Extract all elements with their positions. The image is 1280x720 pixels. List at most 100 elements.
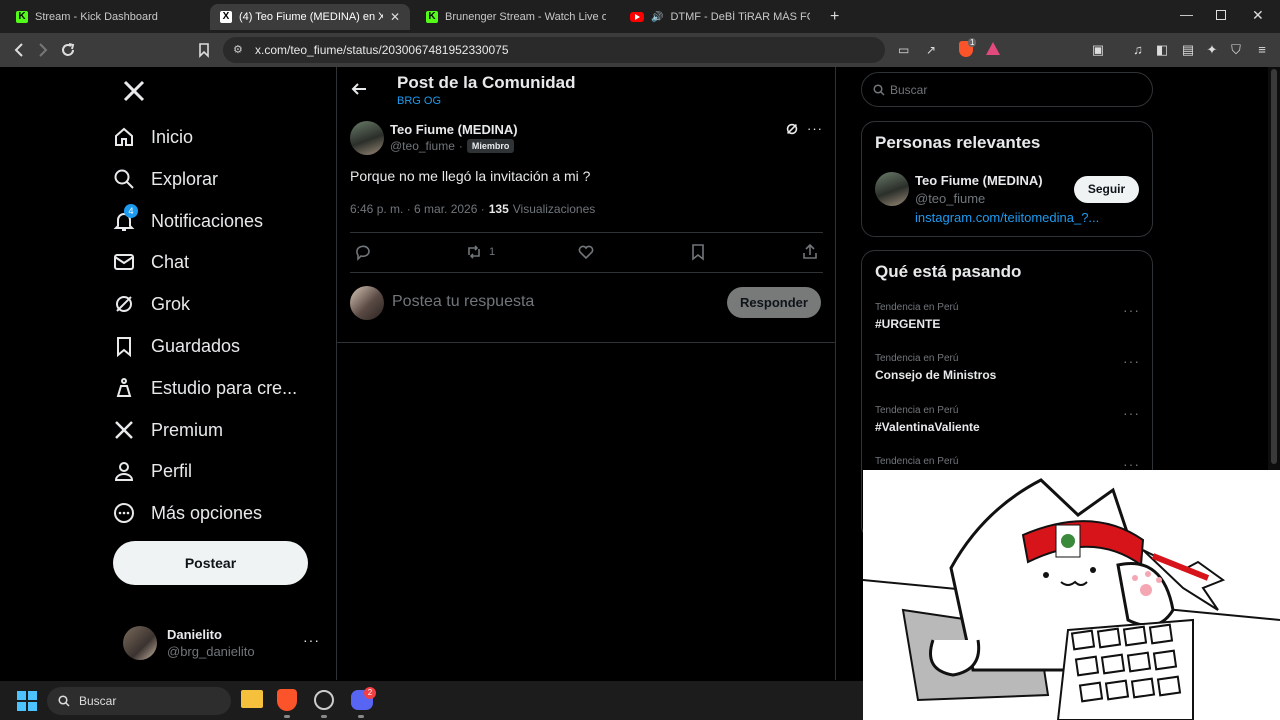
sidebar-item-label: Estudio para cre... [151,377,298,398]
main-column: Post de la Comunidad BRG OG Teo Fiume (M… [336,67,836,680]
relevant-bio-link[interactable]: instagram.com/teiitomedina_?... [915,210,1099,225]
cast-icon[interactable]: ▭ [898,37,909,63]
brave-browser-icon[interactable] [277,689,297,711]
youtube-icon [630,12,644,22]
sidebar-item-chat[interactable]: Chat [113,242,189,282]
follow-button[interactable]: Seguir [1074,176,1139,203]
tab-youtube-dtmf[interactable]: 🔊 DTMF - DeBÍ TiRAR MÁS FOTOS | Bad [620,4,820,30]
restore-icon[interactable] [1216,10,1226,20]
avatar [123,626,157,660]
back-icon[interactable] [12,42,26,58]
trend-more-icon[interactable]: ··· [1123,405,1140,421]
x-logo-icon[interactable] [122,79,146,103]
menu-icon[interactable]: ≡ [1254,42,1270,58]
avatar[interactable] [350,121,384,155]
sidebar-item-guardados[interactable]: Guardados [113,326,240,366]
account-switcher[interactable]: Danielito @brg_danielito ··· [113,620,325,666]
trend-item[interactable]: Tendencia en Perú ··· [875,456,1139,472]
close-window-icon[interactable]: ✕ [1252,7,1264,24]
tab-label: DTMF - DeBÍ TiRAR MÁS FOTOS | Bad [670,11,810,23]
x-logo-icon [115,421,133,439]
relevant-name[interactable]: Teo Fiume (MEDINA) [915,173,1043,188]
views-count: 135 [488,202,509,216]
reply-input[interactable]: Postea tu respuesta [392,293,534,311]
tab-brunenger-stream[interactable]: K Brunenger Stream - Watch Live on Kick [416,4,616,30]
reader-mode-icon[interactable]: ▣ [1090,42,1106,58]
grok-icon[interactable] [785,122,799,136]
bookmark-page-icon[interactable] [198,42,210,58]
trend-meta: Tendencia en Perú [875,405,959,416]
trend-item[interactable]: Tendencia en Perú #ValentinaValiente ··· [875,405,1139,434]
sidebar-item-grok[interactable]: Grok [113,284,190,324]
kick-icon: K [426,11,438,23]
retweet-icon [468,245,480,259]
obs-icon[interactable] [314,690,334,710]
wallet-icon[interactable]: ▤ [1180,42,1196,58]
bongo-cat-illustration [863,470,1280,720]
vpn-icon[interactable]: ⛉ [1228,42,1244,58]
reply-icon[interactable] [354,243,372,261]
sidebar-item-perfil[interactable]: Perfil [113,451,192,491]
brave-rewards-icon[interactable] [986,42,1000,55]
sidebar-item-label: Chat [151,251,190,272]
sidebar-item-notificaciones[interactable]: 4 Notificaciones [113,201,263,241]
bookmark-icon[interactable] [689,243,707,261]
trend-item[interactable]: Tendencia en Perú #URGENTE ··· [875,302,1139,331]
leo-ai-icon[interactable]: ✦ [1204,42,1220,58]
trend-item[interactable]: Tendencia en Perú Consejo de Ministros ·… [875,353,1139,382]
sidebar-item-inicio[interactable]: Inicio [113,117,193,157]
more-dots-icon[interactable]: ··· [303,632,320,648]
post-timestamp[interactable]: 6:46 p. m. · 6 mar. 2026 · [350,202,485,216]
sidebar-item-label: Notificaciones [151,210,264,231]
reload-icon[interactable] [60,42,76,58]
site-settings-icon[interactable]: ⚙ [233,37,243,63]
page-title: Post de la Comunidad [397,73,576,92]
tab-kick-dashboard[interactable]: K Stream - Kick Dashboard [6,4,206,30]
forward-icon[interactable] [36,42,50,58]
post-author-name[interactable]: Teo Fiume (MEDINA) [390,122,518,137]
file-explorer-icon[interactable] [241,690,263,708]
sidebar-icon[interactable]: ◧ [1154,42,1170,58]
taskbar-search[interactable]: Buscar [47,687,231,715]
sidebar-item-label: Explorar [151,168,219,189]
avatar[interactable] [875,172,909,206]
trend-more-icon[interactable]: ··· [1123,302,1140,318]
scrollbar[interactable] [1268,67,1280,470]
reply-button[interactable]: Responder [727,287,821,318]
sidebar-item-label: Inicio [151,126,194,147]
share-icon[interactable] [801,243,819,261]
like-icon[interactable] [577,243,595,261]
retweet-count: 1 [489,246,496,258]
grok-icon [116,296,132,312]
sidebar-item-mas-opciones[interactable]: Más opciones [113,493,262,533]
tab-label: Stream - Kick Dashboard [35,11,158,23]
search-input[interactable]: Buscar [861,72,1153,107]
sidebar-item-estudio[interactable]: Estudio para cre... [113,368,297,408]
avatar [350,286,384,320]
notification-badge: 4 [124,204,138,218]
post-button[interactable]: Postear [113,541,308,585]
relevant-handle: @teo_fiume [915,191,986,206]
running-indicator [358,715,364,718]
new-tab-icon[interactable]: + [830,8,839,26]
minimize-icon[interactable]: — [1180,7,1193,22]
windows-start-icon[interactable] [17,691,37,711]
studio-icon [116,378,132,397]
back-arrow-icon[interactable] [351,81,367,97]
more-circle-icon [114,503,134,523]
trend-more-icon[interactable]: ··· [1123,353,1140,369]
close-tab-icon[interactable]: ✕ [390,10,400,24]
sidebar-item-premium[interactable]: Premium [113,410,223,450]
community-link[interactable]: BRG OG [397,95,441,107]
address-bar[interactable]: ⚙ x.com/teo_fiume/status/203006748195233… [223,37,936,63]
sidebar-item-explorar[interactable]: Explorar [113,159,218,199]
audio-playing-icon[interactable]: 🔊 [651,12,663,23]
account-handle: @brg_danielito [167,644,255,659]
browser-tab-bar: K Stream - Kick Dashboard X (4) Teo Fium… [0,0,1280,33]
tab-x-post[interactable]: X (4) Teo Fiume (MEDINA) en X: "Porque ✕ [210,4,410,30]
media-icon[interactable]: ♫ [1130,42,1146,58]
post-more-icon[interactable]: ··· [807,121,823,136]
post-author-handle[interactable]: @teo_fiume [390,139,455,153]
share-icon[interactable]: ↗ [926,37,936,63]
retweet-button[interactable]: 1 [465,243,495,261]
